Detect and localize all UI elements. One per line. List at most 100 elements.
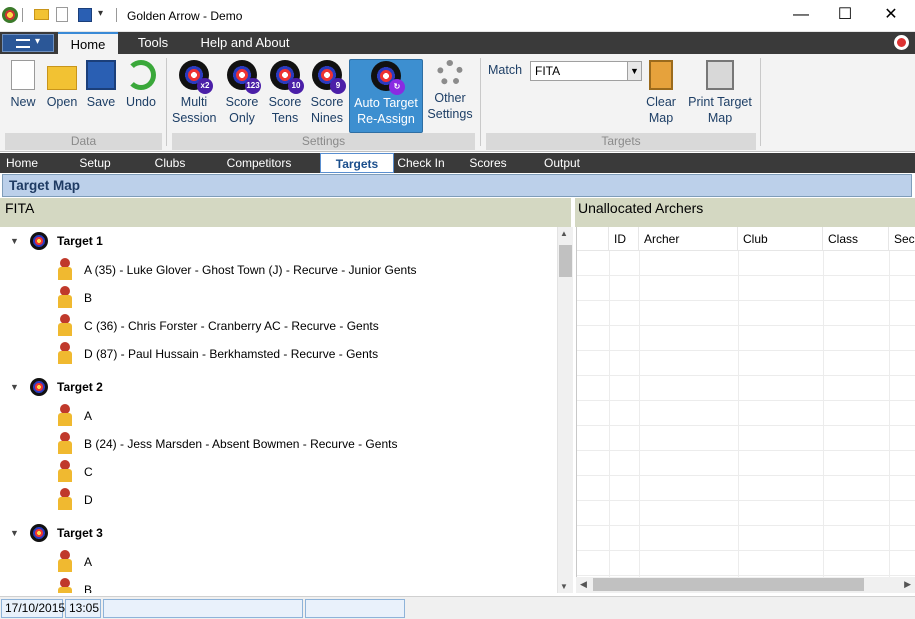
column-header-club[interactable]: Club	[738, 227, 823, 251]
undo-button[interactable]: Undo	[122, 60, 160, 110]
open-folder-icon	[47, 66, 77, 90]
printer-icon	[706, 60, 734, 90]
open-button[interactable]: Open	[43, 60, 81, 110]
column-header-id[interactable]: ID	[609, 227, 639, 251]
grid-horizontal-scrollbar[interactable]: ◀ ▶	[576, 577, 915, 593]
archer-slot[interactable]: B	[52, 285, 552, 311]
chevron-down-icon[interactable]: ▼	[627, 62, 641, 80]
nav-competitors[interactable]: Competitors	[222, 153, 296, 173]
archer-slot[interactable]: B (24) - Jess Marsden - Absent Bowmen - …	[52, 431, 552, 457]
grid-row-line	[577, 525, 915, 526]
archer-slot[interactable]: C (36) - Chris Forster - Cranberry AC - …	[52, 313, 552, 339]
minimize-button[interactable]: —	[778, 0, 824, 32]
score-nines-button[interactable]: 9 Score Nines	[307, 60, 347, 126]
grid-row-line	[577, 475, 915, 476]
nav-targets[interactable]: Targets	[320, 153, 394, 173]
target-name: Target 1	[57, 234, 103, 248]
grid-row-line	[577, 275, 915, 276]
target-node[interactable]: ▼ Target 3	[8, 523, 548, 543]
grid-column-line	[889, 251, 890, 577]
new-label: New	[10, 95, 36, 109]
auto-target-reassign-button[interactable]: ↻ Auto Target Re-Assign	[349, 59, 423, 133]
print-target-label: Print Target	[688, 95, 752, 109]
column-header-sec[interactable]: Sec	[889, 227, 915, 251]
target-name: Target 3	[57, 526, 103, 540]
other-settings-button[interactable]: Other Settings	[426, 60, 474, 122]
archer-slot[interactable]: A (35) - Luke Glover - Ghost Town (J) - …	[52, 257, 552, 283]
target-node[interactable]: ▼ Target 2	[8, 377, 548, 397]
status-panel	[103, 599, 303, 618]
archer-slot[interactable]: C	[52, 459, 552, 485]
archer-label: A	[84, 409, 93, 423]
save-button[interactable]: Save	[84, 60, 118, 110]
nav-scores[interactable]: Scores	[466, 153, 510, 173]
expand-triangle-icon[interactable]: ▼	[10, 523, 19, 543]
archer-slot[interactable]: D (87) - Paul Hussain - Berkhamsted - Re…	[52, 341, 552, 367]
archer-slot[interactable]: A	[52, 403, 552, 429]
only-label: Only	[229, 111, 255, 125]
tree-vertical-scrollbar[interactable]: ▲ ▼	[557, 227, 573, 593]
nav-setup[interactable]: Setup	[72, 153, 118, 173]
group-separator	[760, 58, 761, 146]
group-separator	[166, 58, 167, 146]
tab-help-and-about[interactable]: Help and About	[192, 32, 298, 54]
archer-icon	[54, 314, 76, 338]
ribbon: New Open Save Undo Data x2 Multi Session…	[0, 54, 915, 152]
status-date: 17/10/2015	[1, 599, 65, 618]
target-node[interactable]: ▼ Target 1	[8, 231, 548, 251]
customize-quick-access-icon[interactable]: ▾	[98, 8, 114, 24]
target-icon	[30, 232, 48, 250]
score-tens-button[interactable]: 10 Score Tens	[265, 60, 305, 126]
close-button[interactable]: ✕	[868, 0, 914, 32]
grid-row-line	[577, 400, 915, 401]
settings-label: Settings	[427, 107, 473, 121]
column-header-class[interactable]: Class	[823, 227, 889, 251]
archer-slot[interactable]: B	[52, 577, 552, 593]
clear-label: Clear	[646, 95, 676, 109]
score-only-button[interactable]: 123 Score Only	[221, 60, 263, 126]
grid-row-line	[577, 575, 915, 576]
clear-map-button[interactable]: Clear Map	[640, 60, 682, 126]
target-icon: x2	[179, 60, 213, 94]
target-icon: 10	[270, 60, 304, 94]
print-target-map-button[interactable]: Print Target Map	[685, 60, 755, 126]
maximize-button[interactable]: ☐	[822, 0, 868, 32]
scroll-thumb[interactable]	[593, 578, 864, 591]
scroll-up-icon[interactable]: ▲	[560, 229, 568, 238]
multi-session-button[interactable]: x2 Multi Session	[172, 60, 216, 126]
archer-slot[interactable]: D	[52, 487, 552, 513]
new-file-icon[interactable]	[56, 7, 68, 22]
save-icon	[86, 60, 116, 90]
new-button[interactable]: New	[5, 60, 41, 110]
open-folder-icon[interactable]	[34, 9, 49, 20]
help-lifebuoy-icon[interactable]	[894, 35, 909, 50]
expand-triangle-icon[interactable]: ▼	[10, 377, 19, 397]
scroll-down-icon[interactable]: ▼	[560, 582, 568, 591]
target-map-heading: Target Map	[2, 174, 912, 197]
grid-row-line	[577, 550, 915, 551]
nav-check-in[interactable]: Check In	[394, 153, 448, 173]
map-label: Map	[707, 111, 733, 125]
archer-label: A	[84, 555, 93, 569]
column-header-archer[interactable]: Archer	[639, 227, 738, 251]
scroll-right-icon[interactable]: ▶	[904, 579, 911, 590]
expand-triangle-icon[interactable]: ▼	[10, 231, 19, 251]
nav-home[interactable]: Home	[0, 153, 44, 173]
grid-row-line	[577, 425, 915, 426]
archer-slot[interactable]: A	[52, 549, 552, 575]
scroll-left-icon[interactable]: ◀	[580, 579, 587, 590]
save-icon[interactable]	[78, 8, 92, 22]
tab-home[interactable]: Home	[58, 32, 118, 54]
match-select[interactable]: FITA ▼	[530, 61, 642, 81]
nav-clubs[interactable]: Clubs	[148, 153, 192, 173]
nav-output[interactable]: Output	[540, 153, 584, 173]
archer-icon	[54, 550, 76, 574]
grid-column-line	[823, 251, 824, 577]
application-menu-button[interactable]: ▾	[2, 34, 54, 52]
scroll-thumb[interactable]	[559, 245, 572, 277]
unallocated-archers-grid[interactable]: ID Archer Club Class Sec	[576, 227, 915, 577]
app-icon	[2, 7, 18, 23]
tab-tools[interactable]: Tools	[126, 32, 180, 54]
target-tree[interactable]: ▼ Target 1 A (35) - Luke Glover - Ghost To…	[0, 227, 557, 593]
section-nav-bar: Home Setup Clubs Competitors Targets Che…	[0, 153, 915, 173]
